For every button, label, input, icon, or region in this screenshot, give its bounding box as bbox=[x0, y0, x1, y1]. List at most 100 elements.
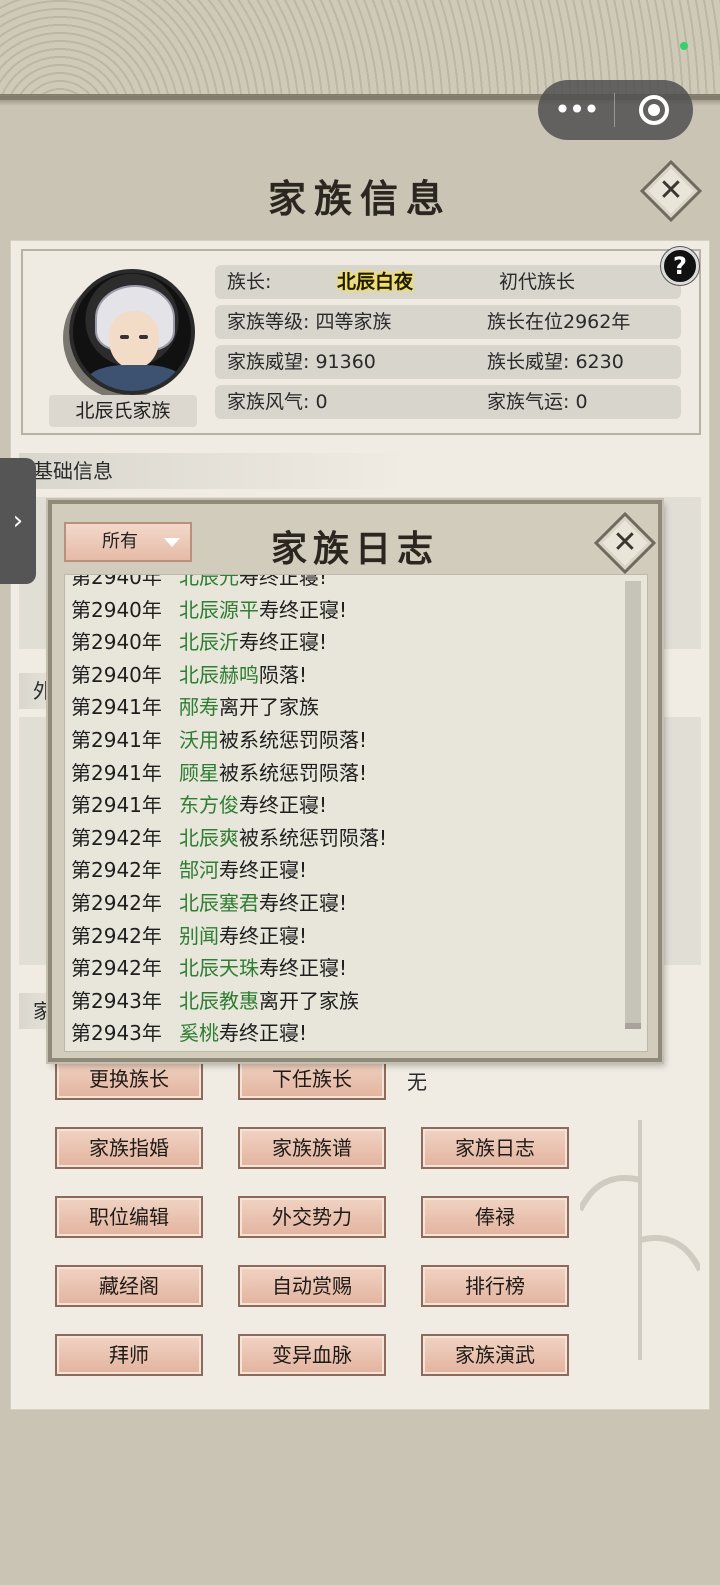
log-entry-event: 陨落! bbox=[259, 662, 308, 687]
leader-name[interactable]: 北辰白夜 bbox=[337, 265, 413, 299]
position-edit-button[interactable]: 职位编辑 bbox=[55, 1196, 203, 1238]
exit-button[interactable] bbox=[615, 95, 693, 125]
log-entry-year: 第2942年 bbox=[71, 858, 162, 883]
log-list[interactable]: 第2940年 北辰元寿终正寝! 第2940年 北辰源平寿终正寝! 第2940年 北辰沂寿终… bbox=[64, 574, 648, 1052]
log-close-button[interactable]: ✕ bbox=[598, 516, 652, 570]
log-scrollbar-thumb[interactable] bbox=[625, 1023, 641, 1029]
marriage-button[interactable]: 家族指婚 bbox=[55, 1127, 203, 1169]
log-entry-name[interactable]: 北辰源平 bbox=[179, 598, 259, 622]
log-entry-name[interactable]: 北辰爽 bbox=[179, 826, 239, 850]
clan-log-dialog: 所有 家族日志 ✕ 第2940年 北辰元寿终正寝! 第2940年 北辰源平寿终正寝! 第… bbox=[48, 500, 662, 1062]
log-entry-event: 寿终正寝! bbox=[239, 630, 328, 655]
martial-button[interactable]: 家族演武 bbox=[421, 1334, 569, 1376]
mini-program-capsule: ••• bbox=[538, 80, 693, 140]
next-leader-button[interactable]: 下任族长 bbox=[238, 1058, 386, 1100]
mutation-button[interactable]: 变异血脉 bbox=[238, 1334, 386, 1376]
library-button[interactable]: 藏经阁 bbox=[55, 1265, 203, 1307]
log-entry-event: 离开了家族 bbox=[259, 988, 359, 1013]
log-entry-year: 第2942年 bbox=[71, 956, 162, 981]
clan-prestige: 家族威望: 91360 bbox=[227, 351, 376, 373]
log-entry: 第2940年 北辰源平寿终正寝! bbox=[71, 594, 623, 627]
section-basic-info: 基础信息 bbox=[19, 453, 409, 489]
log-entry-year: 第2941年 bbox=[71, 695, 162, 720]
ranking-button[interactable]: 排行榜 bbox=[421, 1265, 569, 1307]
log-entry-year: 第2942年 bbox=[71, 825, 162, 850]
log-entry-year: 第2942年 bbox=[71, 923, 162, 948]
level-row: 家族等级: 四等家族 族长在位2962年 bbox=[215, 305, 681, 339]
log-entry-name[interactable]: 别闻 bbox=[179, 924, 219, 948]
log-entry-year: 第2941年 bbox=[71, 727, 162, 752]
ethos-row: 家族风气: 0 家族气运: 0 bbox=[215, 385, 681, 419]
log-entry-event: 寿终正寝! bbox=[219, 923, 308, 948]
log-entry-name[interactable]: 顾星 bbox=[179, 761, 219, 785]
log-entry-year: 第2943年 bbox=[71, 988, 162, 1013]
log-entry-event: 寿终正寝! bbox=[239, 574, 328, 589]
avatar-face bbox=[109, 311, 159, 369]
change-leader-button[interactable]: 更换族长 bbox=[55, 1058, 203, 1100]
log-entry-name[interactable]: 北辰教惠 bbox=[179, 989, 259, 1013]
log-entry: 第2941年 顾星被系统惩罚陨落! bbox=[71, 757, 623, 790]
log-entry: 第2942年 别闻寿终正寝! bbox=[71, 920, 623, 953]
close-button[interactable]: ✕ bbox=[644, 164, 698, 218]
log-entry: 第2940年 北辰元寿终正寝! bbox=[71, 574, 623, 594]
log-entry-year: 第2940年 bbox=[71, 630, 162, 655]
avatar-eye bbox=[139, 335, 148, 339]
log-entry-event: 被系统惩罚陨落! bbox=[219, 760, 368, 785]
log-entry-event: 离开了家族 bbox=[219, 695, 319, 720]
log-entry-event: 被系统惩罚陨落! bbox=[239, 825, 388, 850]
log-entry: 第2941年 邴寿离开了家族 bbox=[71, 691, 623, 724]
log-entry: 第2942年 郜河寿终正寝! bbox=[71, 854, 623, 887]
log-entry-name[interactable]: 沃用 bbox=[179, 728, 219, 752]
log-entry: 第2940年 北辰赫鸣陨落! bbox=[71, 659, 623, 692]
log-entry-name[interactable]: 奚桃 bbox=[179, 1021, 219, 1045]
log-entry-name[interactable]: 北辰沂 bbox=[179, 630, 239, 654]
log-scrollbar[interactable] bbox=[625, 581, 641, 1029]
apprentice-button[interactable]: 拜师 bbox=[55, 1334, 203, 1376]
log-entry-name[interactable]: 北辰元 bbox=[179, 575, 239, 589]
log-entry-year: 第2940年 bbox=[71, 662, 162, 687]
help-button[interactable]: ? bbox=[661, 247, 699, 285]
record-icon bbox=[639, 95, 669, 125]
log-entry-name[interactable]: 北辰塞君 bbox=[179, 891, 259, 915]
log-entry: 第2942年 北辰爽被系统惩罚陨落! bbox=[71, 822, 623, 855]
clan-log-button[interactable]: 家族日志 bbox=[421, 1127, 569, 1169]
next-leader-value: 无 bbox=[407, 1070, 427, 1094]
log-entry-year: 第2941年 bbox=[71, 793, 162, 818]
log-entry-name[interactable]: 邴寿 bbox=[179, 695, 219, 719]
log-entry-event: 被系统惩罚陨落! bbox=[219, 727, 368, 752]
leader-prestige: 族长威望: 6230 bbox=[487, 351, 624, 373]
status-indicator bbox=[680, 42, 688, 50]
log-entry: 第2941年 沃用被系统惩罚陨落! bbox=[71, 724, 623, 757]
auto-reward-button[interactable]: 自动赏赐 bbox=[238, 1265, 386, 1307]
log-entries: 第2940年 北辰元寿终正寝! 第2940年 北辰源平寿终正寝! 第2940年 北辰沂寿终… bbox=[71, 574, 623, 1050]
log-entry-year: 第2943年 bbox=[71, 1021, 162, 1046]
log-entry-event: 寿终正寝! bbox=[259, 890, 348, 915]
log-entry-year: 第2941年 bbox=[71, 760, 162, 785]
leader-tenure: 族长在位2962年 bbox=[487, 311, 631, 333]
clan-fortune: 家族气运: 0 bbox=[487, 391, 588, 413]
genealogy-button[interactable]: 家族族谱 bbox=[238, 1127, 386, 1169]
leader-avatar[interactable] bbox=[69, 269, 195, 395]
clan-level: 家族等级: 四等家族 bbox=[227, 311, 392, 333]
salary-button[interactable]: 俸禄 bbox=[421, 1196, 569, 1238]
prestige-row: 家族威望: 91360 族长威望: 6230 bbox=[215, 345, 681, 379]
more-menu-button[interactable]: ••• bbox=[538, 80, 614, 140]
log-entry: 第2943年 北辰教惠离开了家族 bbox=[71, 985, 623, 1018]
log-entry-name[interactable]: 北辰天珠 bbox=[179, 956, 259, 980]
clan-ethos: 家族风气: 0 bbox=[227, 391, 328, 413]
log-dialog-title: 家族日志 bbox=[270, 528, 439, 570]
side-expand-tab[interactable]: › bbox=[0, 458, 36, 584]
page-title: 家族信息 bbox=[267, 176, 452, 221]
log-entry-name[interactable]: 郜河 bbox=[179, 858, 219, 882]
leader-row: 族长: 北辰白夜 初代族长 bbox=[215, 265, 681, 299]
diplomacy-button[interactable]: 外交势力 bbox=[238, 1196, 386, 1238]
log-entry-event: 寿终正寝! bbox=[219, 858, 308, 883]
leader-title: 初代族长 bbox=[499, 271, 576, 293]
log-entry-name[interactable]: 东方俊 bbox=[179, 793, 239, 817]
avatar-eye bbox=[120, 335, 129, 339]
log-entry-event: 寿终正寝! bbox=[259, 956, 348, 981]
log-entry-name[interactable]: 北辰赫鸣 bbox=[179, 663, 259, 687]
clan-summary-box: 北辰氏家族 族长: 北辰白夜 初代族长 家族等级: 四等家族 族长在位2962年… bbox=[21, 249, 701, 435]
log-entry-event: 寿终正寝! bbox=[239, 793, 328, 818]
log-entry: 第2942年 北辰天珠寿终正寝! bbox=[71, 952, 623, 985]
